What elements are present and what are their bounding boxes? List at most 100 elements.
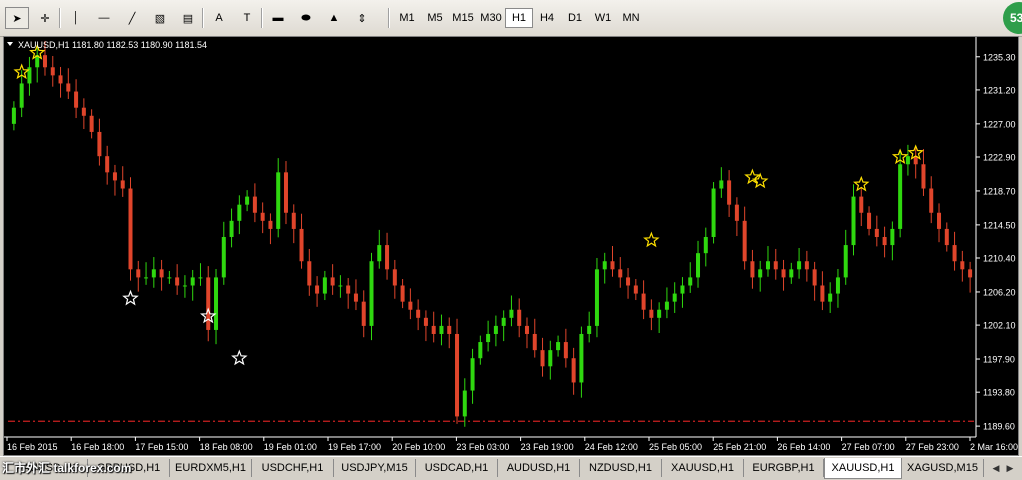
candle-body <box>524 325 529 334</box>
chart-tab[interactable]: USDJPY,M15 <box>334 459 416 477</box>
timeframe-m15-button[interactable]: M15 <box>449 8 477 28</box>
horizontal-line-icon[interactable]: — <box>92 7 116 29</box>
candle-body <box>571 358 576 383</box>
candle-body <box>206 277 211 330</box>
star-marker-icon <box>231 349 248 366</box>
candle-body <box>369 261 374 326</box>
candle-body <box>198 277 203 279</box>
chart-tab[interactable]: AUDUSD,H1 <box>498 459 580 477</box>
tabs-scroll-right-icon[interactable]: ▶ <box>1004 461 1016 475</box>
candle-body <box>703 237 708 254</box>
triangle-icon[interactable]: ▲ <box>322 7 346 29</box>
price-tick-label: 1210.40 <box>983 254 1016 264</box>
candle-body <box>144 277 149 279</box>
candle-body <box>851 196 856 246</box>
candle-body <box>346 285 351 294</box>
candle-body <box>517 309 522 326</box>
vertical-line-icon[interactable]: │ <box>64 7 88 29</box>
text-label-icon[interactable]: T <box>235 7 259 29</box>
ellipse-icon[interactable]: ⬬ <box>294 7 318 29</box>
candle-body <box>11 107 16 124</box>
candle-body <box>190 277 195 286</box>
chart-tab[interactable]: USDCHF,H1 <box>252 459 334 477</box>
candle-body <box>330 277 335 286</box>
candle-body <box>960 261 965 270</box>
candle-body <box>952 245 957 262</box>
price-tick-label: 1202.10 <box>983 321 1016 331</box>
candle-body <box>455 333 460 417</box>
fibonacci-icon[interactable]: ▤ <box>176 7 200 29</box>
candle-body <box>322 277 327 294</box>
candle-body <box>97 131 102 157</box>
time-tick-label: 18 Feb 08:00 <box>200 442 253 452</box>
chart-tab[interactable]: XAUUSD,H1 <box>662 459 744 477</box>
time-tick-label: 16 Feb 2015 <box>7 442 58 452</box>
candle-body <box>175 277 180 286</box>
candle-body <box>711 188 716 237</box>
drawing-toolbar: ➤ ✛ │ — ╱ ▧ ▤ A T ▬ ⬬ ▲ ⇕ M1 M5 M15 M30 H1 H4 D1 W1 MN <box>0 0 1022 37</box>
chart-tab[interactable]: XAUUSD,H1 <box>824 458 902 479</box>
timeframe-h4-button[interactable]: H4 <box>533 8 561 28</box>
candle-body <box>136 269 141 278</box>
candle-body <box>214 277 219 330</box>
time-tick-label: 27 Feb 23:00 <box>906 442 959 452</box>
text-icon[interactable]: A <box>207 7 231 29</box>
candle-body <box>81 107 86 116</box>
candle-body <box>556 342 561 351</box>
candle-body <box>540 350 545 367</box>
candle-body <box>579 333 584 383</box>
price-tick-label: 1214.50 <box>983 220 1016 230</box>
candle-body <box>42 55 47 68</box>
chart-tab[interactable]: USDCAD,H1 <box>416 459 498 477</box>
candle-body <box>423 317 428 326</box>
candle-body <box>843 245 848 278</box>
candle-body <box>385 245 390 270</box>
candle-body <box>890 228 895 246</box>
star-marker-icon <box>643 231 660 248</box>
candle-body <box>50 67 55 76</box>
chart-tab[interactable]: NZDUSD,H1 <box>580 459 662 477</box>
timeframe-m1-button[interactable]: M1 <box>393 8 421 28</box>
chart-tab[interactable]: EURDXM5,H1 <box>170 459 252 477</box>
time-tick-label: 23 Feb 19:00 <box>521 442 574 452</box>
candle-body <box>688 277 693 286</box>
candle-body <box>283 172 288 213</box>
chart-tab[interactable]: EURGBP,H1 <box>744 459 824 477</box>
price-tick-label: 1235.30 <box>983 52 1016 62</box>
cursor-icon[interactable]: ➤ <box>5 7 29 29</box>
candle-body <box>245 196 250 205</box>
star-marker-icon <box>122 289 139 306</box>
candle-body <box>74 91 79 108</box>
trendline-icon[interactable]: ╱ <box>120 7 144 29</box>
candle-body <box>486 333 491 343</box>
timeframe-d1-button[interactable]: D1 <box>561 8 589 28</box>
candle-body <box>835 277 840 294</box>
candle-body <box>672 293 677 302</box>
timeframe-mn-button[interactable]: MN <box>617 8 645 28</box>
channel-icon[interactable]: ▧ <box>148 7 172 29</box>
arrows-icon[interactable]: ⇕ <box>350 7 374 29</box>
candle-body <box>750 261 755 278</box>
candle-body <box>968 269 973 278</box>
candle-body <box>929 188 934 213</box>
candle-body <box>602 261 607 270</box>
candle-body <box>416 309 421 318</box>
candle-body <box>680 285 685 294</box>
chart-menu-arrow-icon[interactable] <box>7 42 13 46</box>
candle-body <box>478 342 483 359</box>
chart-window[interactable]: 1235.30 1231.20 1227.00 1222.90 1218.70 1214.… <box>3 36 1019 456</box>
price-tick-label: 1218.70 <box>983 186 1016 196</box>
timeframe-m30-button[interactable]: M30 <box>477 8 505 28</box>
timeframe-h1-button[interactable]: H1 <box>505 8 533 28</box>
candle-body <box>812 269 817 286</box>
price-tick-label: 1222.90 <box>983 152 1016 162</box>
chart-tab[interactable]: XAGUSD,M15 <box>902 459 984 477</box>
candle-body <box>944 228 949 246</box>
timeframe-m5-button[interactable]: M5 <box>421 8 449 28</box>
timeframe-w1-button[interactable]: W1 <box>589 8 617 28</box>
candle-body <box>159 269 164 278</box>
rectangle-icon[interactable]: ▬ <box>266 7 290 29</box>
price-chart[interactable]: 1235.30 1231.20 1227.00 1222.90 1218.70 1214.… <box>4 37 1018 455</box>
tabs-scroll-left-icon[interactable]: ◀ <box>990 461 1002 475</box>
crosshair-icon[interactable]: ✛ <box>33 7 57 29</box>
